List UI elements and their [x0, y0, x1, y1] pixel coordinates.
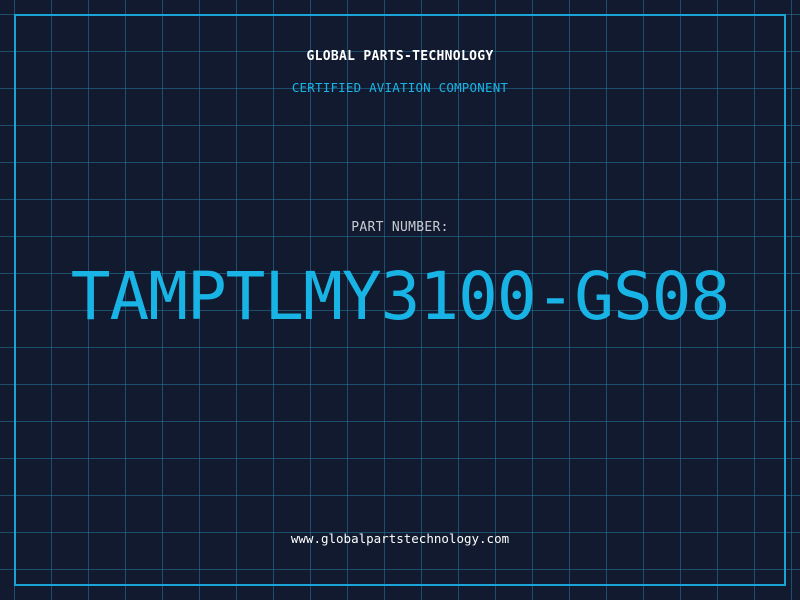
label-canvas: GLOBAL PARTS-TECHNOLOGY CERTIFIED AVIATI… — [0, 0, 800, 600]
website-url: www.globalpartstechnology.com — [290, 531, 510, 546]
certification-subtitle: CERTIFIED AVIATION COMPONENT — [291, 80, 509, 95]
company-name: GLOBAL PARTS-TECHNOLOGY — [306, 49, 494, 64]
part-number-value: TAMPTLMY3100-GS08 — [70, 258, 731, 335]
part-number-label: PART NUMBER: — [351, 220, 449, 235]
